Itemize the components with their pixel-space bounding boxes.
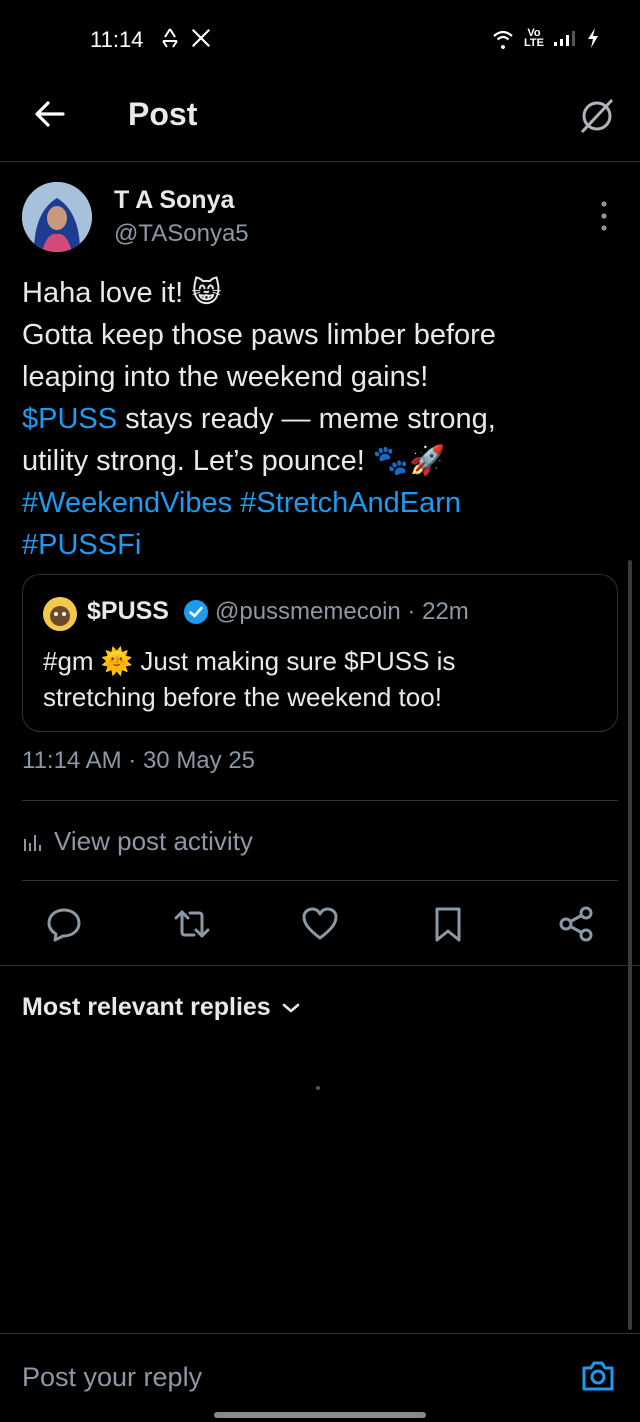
replies-sort-button[interactable]: Most relevant replies xyxy=(22,993,301,1022)
wifi-icon xyxy=(493,30,513,49)
status-time: 11:14 xyxy=(90,27,144,52)
quote-avatar[interactable] xyxy=(43,597,77,631)
author-name[interactable]: T A Sonya xyxy=(114,186,234,215)
cell-signal-icon xyxy=(554,31,575,46)
view-post-activity-button[interactable]: View post activity xyxy=(22,826,253,857)
chevron-down-icon xyxy=(282,1003,300,1012)
hashtag-link[interactable]: #PUSSFi xyxy=(22,524,622,566)
grok-icon[interactable] xyxy=(576,94,618,136)
quoted-post[interactable]: $PUSS @pussmemecoin · 22m #gm 🌞 Just mak… xyxy=(22,574,618,732)
post-actions xyxy=(0,900,640,948)
post-text: Haha love it! 😸 Gotta keep those paws li… xyxy=(22,272,622,566)
bookmark-icon[interactable] xyxy=(428,904,468,944)
recycle-icon xyxy=(162,28,178,48)
page-title: Post xyxy=(128,96,198,132)
verified-badge-icon xyxy=(184,600,208,624)
x-logo-icon xyxy=(191,28,211,48)
retweet-icon[interactable] xyxy=(172,904,212,944)
charging-icon xyxy=(588,28,598,48)
reply-input[interactable]: Post your reply xyxy=(22,1362,202,1393)
home-indicator[interactable] xyxy=(214,1412,426,1418)
arrow-left-icon[interactable] xyxy=(30,94,70,134)
divider xyxy=(0,965,640,966)
camera-icon[interactable] xyxy=(580,1358,616,1394)
reply-composer: Post your reply xyxy=(0,1333,640,1422)
divider xyxy=(22,880,618,881)
bar-chart-icon xyxy=(24,834,41,851)
post-author: T A Sonya @TASonya5 xyxy=(22,182,622,258)
post-text-line: utility strong. Let’s pounce! 🐾🚀 xyxy=(22,445,446,477)
author-handle[interactable]: @TASonya5 xyxy=(114,220,249,248)
reply-icon[interactable] xyxy=(44,904,84,944)
quote-author-name[interactable]: $PUSS xyxy=(87,597,169,626)
post-header: Post xyxy=(0,80,640,162)
network-type-label: Vo LTE xyxy=(524,27,544,49)
scrollbar[interactable] xyxy=(628,560,632,1330)
loading-indicator xyxy=(316,1086,320,1090)
share-icon[interactable] xyxy=(556,904,596,944)
quote-text: #gm 🌞 Just making sure $PUSS is stretchi… xyxy=(43,646,456,712)
avatar[interactable] xyxy=(22,182,92,252)
post-text-line: leaping into the weekend gains! xyxy=(22,361,429,393)
like-icon[interactable] xyxy=(300,904,340,944)
view-post-activity-label: View post activity xyxy=(54,826,253,856)
replies-sort-label: Most relevant replies xyxy=(22,993,271,1021)
post-text-line: Gotta keep those paws limber before xyxy=(22,319,496,351)
cashtag-link[interactable]: $PUSS xyxy=(22,403,117,435)
hashtag-links[interactable]: #WeekendVibes #StretchAndEarn xyxy=(22,482,622,524)
post-timestamp: 11:14 AM · 30 May 25 xyxy=(22,747,256,774)
post-text-line: $PUSS stays ready — meme strong, xyxy=(22,403,496,435)
post-text-line: Haha love it! 😸 xyxy=(22,277,222,309)
quote-handle-time: @pussmemecoin · 22m xyxy=(215,598,469,625)
status-bar: 11:14 Vo LTE xyxy=(0,0,640,80)
more-options-icon[interactable] xyxy=(594,198,614,234)
divider xyxy=(22,800,618,801)
